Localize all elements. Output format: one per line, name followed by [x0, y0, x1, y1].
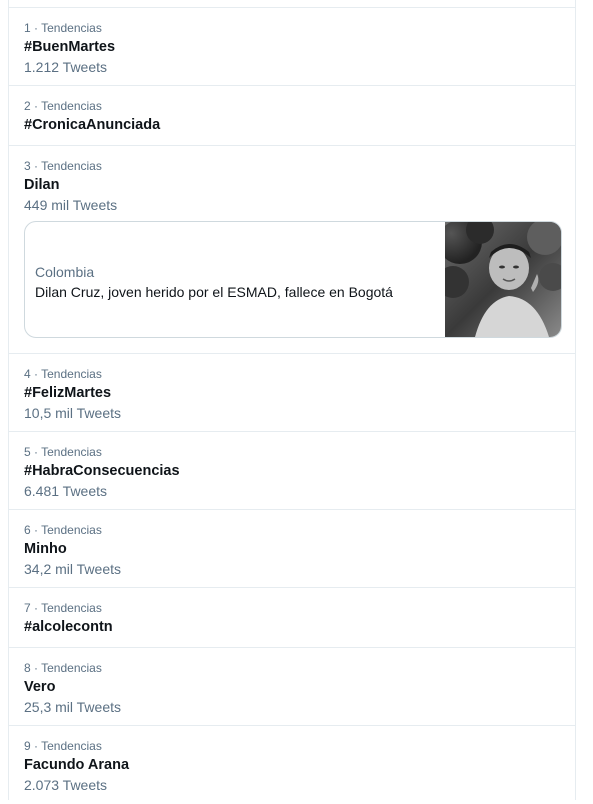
- trend-name: #BuenMartes: [24, 39, 116, 55]
- trend-meta: 4 · Tendencias: [24, 367, 102, 381]
- trend-name: Minho: [24, 541, 67, 557]
- trend-tweet-count: 2.073 Tweets: [24, 777, 108, 793]
- trend-name: #FelizMartes: [24, 385, 112, 401]
- trend-name: #alcolecontn: [24, 619, 113, 635]
- trend-meta: 3 · Tendencias: [24, 159, 102, 173]
- trend-name: #CronicaAnunciada: [24, 117, 161, 133]
- trend-item[interactable]: 6 · Tendencias Minho 34,2 mil Tweets: [9, 510, 575, 588]
- trends-panel: 1 · Tendencias #BuenMartes 1.212 Tweets …: [8, 0, 576, 800]
- trend-item[interactable]: 5 · Tendencias #HabraConsecuencias 6.481…: [9, 432, 575, 510]
- trend-meta: 7 · Tendencias: [24, 601, 102, 615]
- trend-name: Facundo Arana: [24, 757, 130, 773]
- trend-item[interactable]: 1 · Tendencias #BuenMartes 1.212 Tweets: [9, 8, 575, 86]
- news-card[interactable]: Colombia Dilan Cruz, joven herido por el…: [24, 221, 562, 338]
- trend-tweet-count: 1.212 Tweets: [24, 59, 108, 75]
- trend-name: Vero: [24, 679, 56, 695]
- news-thumbnail-image: [437, 222, 561, 337]
- trend-meta: 9 · Tendencias: [24, 739, 102, 753]
- trend-name: #HabraConsecuencias: [24, 463, 180, 479]
- trend-meta: 6 · Tendencias: [24, 523, 102, 537]
- trend-tweet-count: 34,2 mil Tweets: [24, 561, 122, 577]
- trend-item[interactable]: 4 · Tendencias #FelizMartes 10,5 mil Twe…: [9, 354, 575, 432]
- trend-tweet-count: 10,5 mil Tweets: [24, 405, 122, 421]
- news-headline: Dilan Cruz, joven herido por el ESMAD, f…: [35, 284, 393, 300]
- trend-tweet-count: 6.481 Tweets: [24, 483, 108, 499]
- trend-tweet-count: 449 mil Tweets: [24, 197, 118, 213]
- trend-meta: 5 · Tendencias: [24, 445, 102, 459]
- trend-item[interactable]: 2 · Tendencias #CronicaAnunciada: [9, 86, 575, 146]
- trend-tweet-count: 25,3 mil Tweets: [24, 699, 122, 715]
- trend-item[interactable]: 8 · Tendencias Vero 25,3 mil Tweets: [9, 648, 575, 726]
- trend-meta: 2 · Tendencias: [24, 99, 102, 113]
- trend-item[interactable]: 9 · Tendencias Facundo Arana 2.073 Tweet…: [9, 726, 575, 804]
- trend-meta: 8 · Tendencias: [24, 661, 102, 675]
- trend-name: Dilan: [24, 177, 60, 193]
- trend-item[interactable]: 7 · Tendencias #alcolecontn: [9, 588, 575, 648]
- trend-meta: 1 · Tendencias: [24, 21, 102, 35]
- news-country: Colombia: [35, 264, 95, 280]
